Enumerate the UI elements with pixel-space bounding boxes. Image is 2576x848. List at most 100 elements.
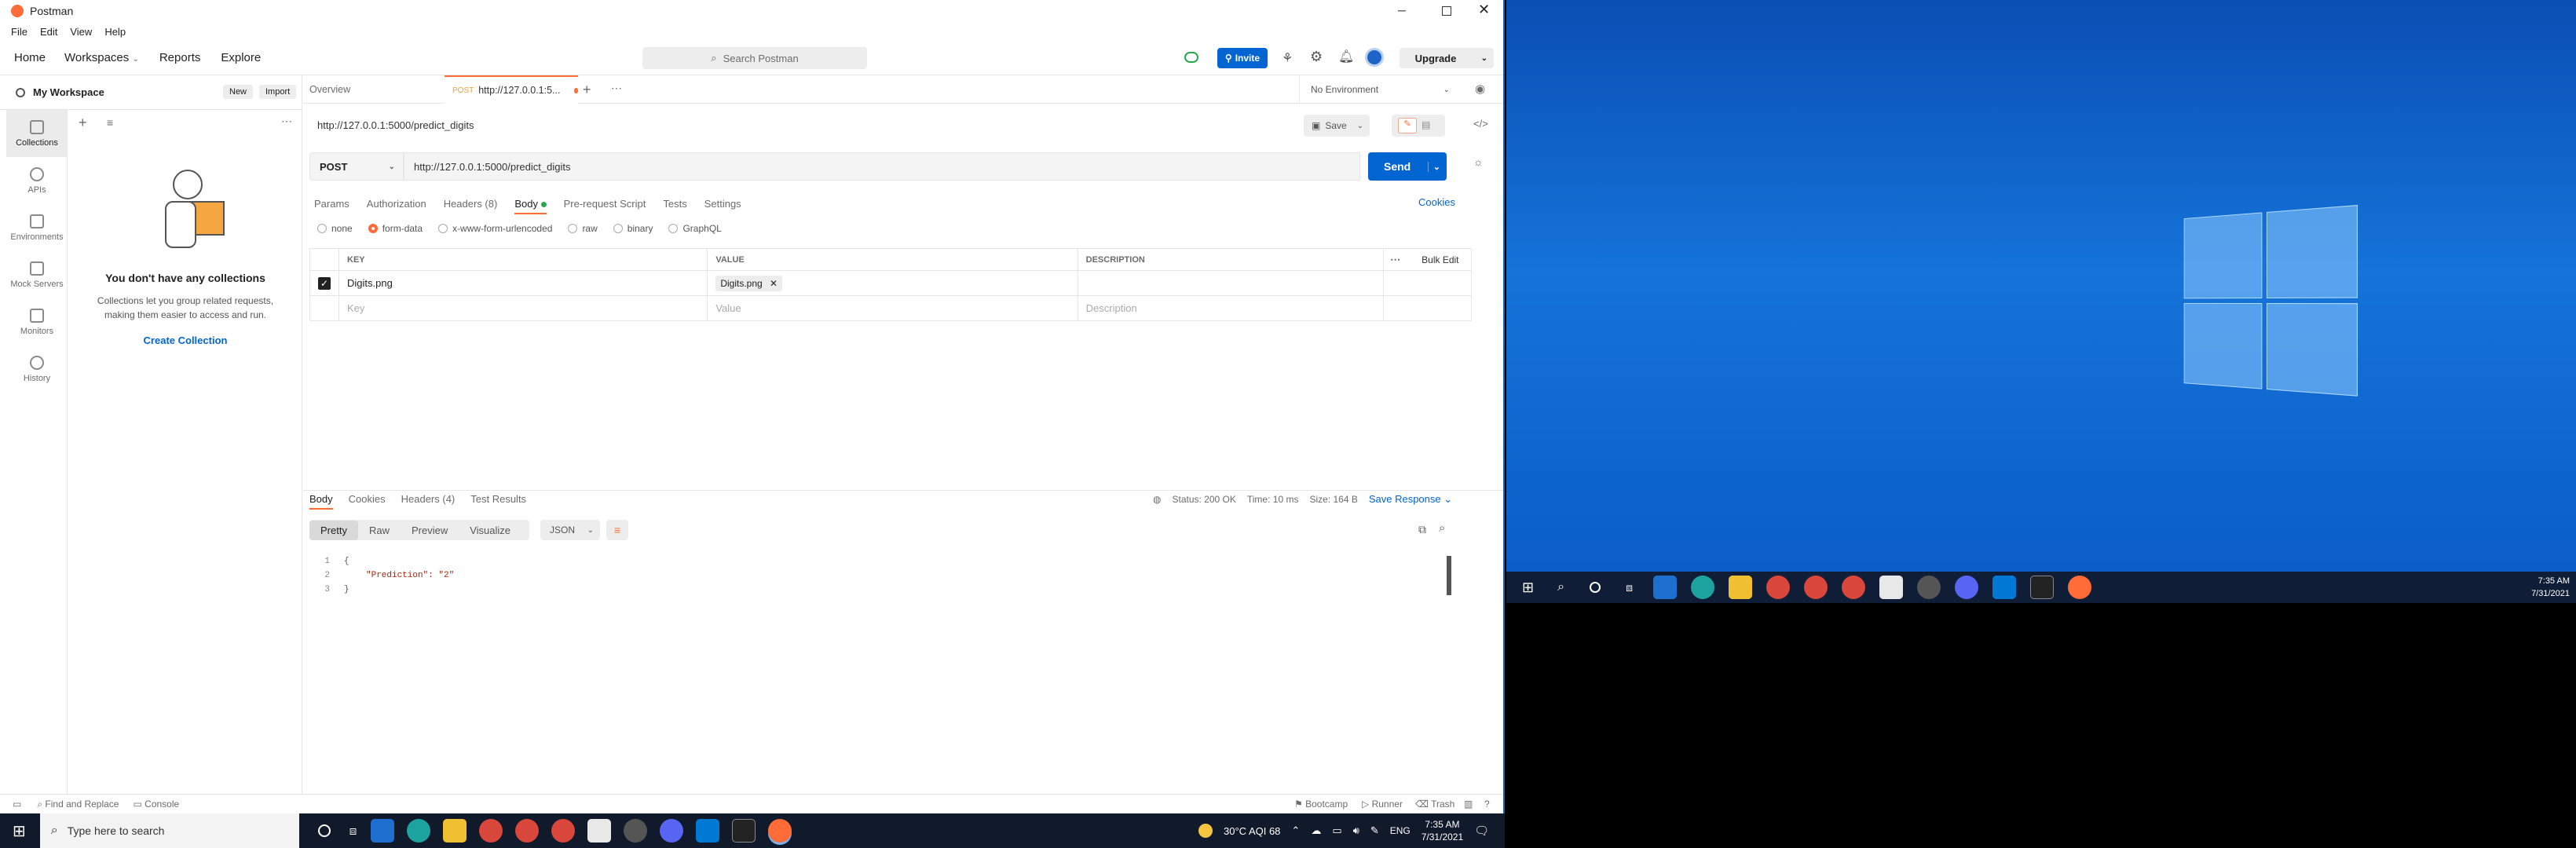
taskbar-search-box[interactable]: ⌕ Type here to search	[39, 813, 299, 848]
create-collection-link[interactable]: Create Collection	[68, 334, 303, 346]
github-desktop-icon[interactable]	[1916, 576, 1941, 599]
satellite-icon[interactable]: ⚘	[1282, 50, 1293, 66]
code-icon[interactable]: </>	[1473, 118, 1488, 130]
bulk-edit-link[interactable]: Bulk Edit	[1422, 254, 1458, 265]
url-input[interactable]: http://127.0.0.1:5000/predict_digits	[404, 152, 1360, 181]
chrome-icon[interactable]	[1841, 576, 1865, 599]
chrome-icon[interactable]	[551, 819, 576, 843]
notifications-icon[interactable]: 🗨︎	[1474, 824, 1489, 838]
search-icon[interactable]: ⌕	[1439, 521, 1445, 535]
method-select[interactable]: POST ⌄	[309, 152, 404, 181]
find-replace-button[interactable]: ⌕ Find and Replace	[37, 799, 119, 810]
lightbulb-icon[interactable]: ☼	[1473, 155, 1484, 168]
response-tab-body[interactable]: Body	[309, 493, 333, 510]
response-tab-headers[interactable]: Headers (4)	[401, 493, 456, 510]
tab-options-icon[interactable]: ⋯	[611, 82, 622, 95]
chrome-icon[interactable]	[479, 819, 503, 843]
sidebar-item-mock-servers[interactable]: Mock Servers	[6, 251, 68, 298]
menu-help[interactable]: Help	[104, 26, 126, 38]
tab-tests[interactable]: Tests	[663, 198, 686, 210]
store-icon[interactable]	[1879, 576, 1903, 599]
menu-file[interactable]: File	[11, 26, 27, 38]
key-placeholder[interactable]: Key	[338, 295, 708, 321]
clock[interactable]: 7:35 AM 7/31/2021	[1422, 818, 1463, 843]
search-box[interactable]: ⌕ Search Postman	[642, 47, 867, 69]
discord-icon[interactable]	[660, 819, 684, 843]
radio-x-www-form-urlencoded[interactable]: x-www-form-urlencoded	[438, 223, 552, 234]
trash-button[interactable]: ⌫ Trash	[1415, 799, 1454, 810]
weather-icon[interactable]	[1198, 824, 1213, 838]
menu-edit[interactable]: Edit	[40, 26, 57, 38]
start-button[interactable]: ⊞	[1522, 579, 1534, 596]
view-preview[interactable]: Preview	[401, 521, 459, 540]
key-cell[interactable]: Digits.png	[338, 270, 708, 296]
mail-app-icon[interactable]	[371, 819, 395, 843]
more-options-icon[interactable]: ⋯	[1390, 254, 1400, 266]
postman-icon[interactable]	[768, 819, 792, 843]
maximize-button[interactable]	[1442, 6, 1451, 16]
language-indicator[interactable]: ENG	[1390, 825, 1411, 836]
invite-button[interactable]: ⚲ Invite	[1217, 48, 1268, 68]
nav-explore[interactable]: Explore	[221, 51, 261, 64]
edge-browser-icon[interactable]	[1690, 576, 1714, 599]
chevron-up-icon[interactable]: ⌃	[1291, 824, 1300, 837]
vscode-icon[interactable]	[1992, 576, 2016, 599]
radio-graphql[interactable]: GraphQL	[668, 223, 722, 234]
cloud-icon[interactable]: ☁	[1311, 824, 1321, 837]
sidebar-item-collections[interactable]: Collections	[6, 110, 68, 157]
tab-pre-request-script[interactable]: Pre-request Script	[564, 198, 646, 210]
radio-binary[interactable]: binary	[613, 223, 653, 234]
view-pretty[interactable]: Pretty	[309, 520, 358, 540]
nav-reports[interactable]: Reports	[159, 51, 201, 64]
sidebar-item-environments[interactable]: Environments	[6, 204, 68, 251]
filter-icon[interactable]: ≡	[107, 116, 113, 129]
menu-view[interactable]: View	[70, 26, 92, 38]
wrap-lines-icon[interactable]: ≡	[606, 520, 628, 540]
terminal-icon[interactable]	[2029, 576, 2054, 599]
eye-icon[interactable]: ◉	[1475, 82, 1485, 96]
radio-raw[interactable]: raw	[568, 223, 598, 234]
postman-icon[interactable]	[2067, 576, 2091, 599]
sync-status-icon[interactable]	[1184, 52, 1198, 63]
response-scrollbar[interactable]	[1447, 556, 1451, 595]
import-button[interactable]: Import	[259, 85, 297, 99]
chrome-icon[interactable]	[1803, 576, 1828, 599]
format-select[interactable]: JSON ⌄	[540, 520, 600, 540]
chrome-icon[interactable]	[515, 819, 540, 843]
layout-icon[interactable]: ▥	[1464, 799, 1473, 810]
avatar[interactable]	[1365, 48, 1384, 67]
tab-settings[interactable]: Settings	[704, 198, 741, 210]
cortana-icon[interactable]	[317, 824, 331, 837]
description-placeholder[interactable]: Description	[1077, 295, 1385, 321]
upgrade-button[interactable]: Upgrade ⌄	[1400, 48, 1494, 68]
console-button[interactable]: ▭ Console	[133, 799, 179, 810]
weather-text[interactable]: 30°C AQI 68	[1224, 825, 1280, 837]
runner-button[interactable]: ▷ Runner	[1362, 799, 1403, 810]
tab-authorization[interactable]: Authorization	[367, 198, 426, 210]
environment-select[interactable]: No Environment ⌄	[1299, 75, 1459, 104]
new-button[interactable]: New	[223, 85, 254, 99]
description-cell[interactable]	[1077, 270, 1385, 296]
task-view-icon[interactable]: ⧈	[349, 824, 357, 838]
github-desktop-icon[interactable]	[624, 819, 648, 843]
search-icon[interactable]: ⌕	[1557, 580, 1564, 594]
tab-params[interactable]: Params	[314, 198, 349, 210]
start-button[interactable]: ⊞	[13, 821, 26, 841]
row-checkbox[interactable]: ✓	[309, 270, 339, 296]
remove-file-icon[interactable]: ✕	[770, 278, 778, 289]
network-icon[interactable]: ▭	[1332, 824, 1341, 837]
new-tab-icon[interactable]: +	[583, 82, 591, 98]
tab-headers[interactable]: Headers (8)	[444, 198, 498, 210]
cookies-link[interactable]: Cookies	[1418, 196, 1455, 208]
pen-icon[interactable]: ✎	[1370, 824, 1379, 837]
minimize-button[interactable]: ─	[1398, 4, 1406, 16]
send-button[interactable]: Send ⌄	[1368, 152, 1447, 181]
value-cell[interactable]: Digits.png ✕	[707, 270, 1078, 296]
response-tab-test-results[interactable]: Test Results	[470, 493, 526, 510]
sidebar-item-monitors[interactable]: Monitors	[6, 298, 68, 345]
save-button[interactable]: ▣ Save ⌄	[1304, 115, 1370, 137]
tab-overview[interactable]: Overview	[309, 75, 443, 104]
bootcamp-button[interactable]: ⚑ Bootcamp	[1294, 799, 1348, 810]
sidebar-item-history[interactable]: History	[6, 345, 68, 393]
tab-body[interactable]: Body	[514, 198, 547, 214]
